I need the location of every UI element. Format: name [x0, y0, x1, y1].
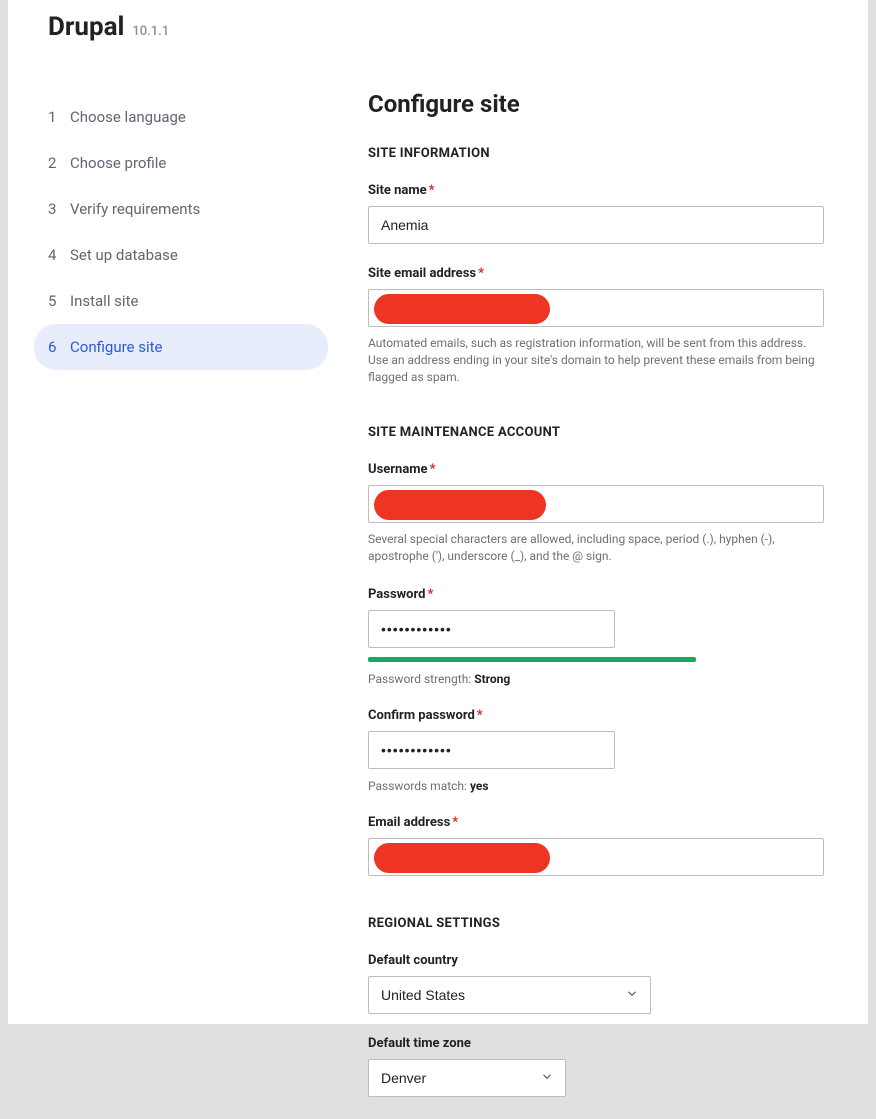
redacted-value — [374, 294, 550, 324]
required-mark: * — [430, 462, 436, 477]
field-site-name: Site name* — [368, 183, 824, 244]
version-label: 10.1.1 — [132, 24, 169, 39]
section-site-information: SITE INFORMATION — [368, 146, 824, 161]
password-match-text: Passwords match: yes — [368, 779, 824, 793]
default-timezone-label: Default time zone — [368, 1036, 824, 1051]
default-timezone-select[interactable]: Denver — [368, 1059, 566, 1097]
username-help: Several special characters are allowed, … — [368, 531, 824, 565]
site-email-label: Site email address* — [368, 266, 824, 281]
step-number: 5 — [48, 292, 58, 310]
required-mark: * — [427, 587, 433, 602]
field-confirm-password: Confirm password* Passwords match: yes — [368, 708, 824, 793]
required-mark: * — [452, 815, 458, 830]
step-set-up-database[interactable]: 4 Set up database — [34, 232, 328, 278]
step-label: Verify requirements — [70, 200, 200, 218]
confirm-password-input[interactable] — [368, 731, 615, 769]
step-configure-site[interactable]: 6 Configure site — [34, 324, 328, 370]
main-content: Configure site SITE INFORMATION Site nam… — [368, 90, 828, 1119]
site-name-label: Site name* — [368, 183, 824, 198]
email-address-label: Email address* — [368, 815, 824, 830]
confirm-password-label: Confirm password* — [368, 708, 824, 723]
username-label: Username* — [368, 462, 824, 477]
brand-name: Drupal — [48, 12, 124, 42]
section-maintenance-account: SITE MAINTENANCE ACCOUNT — [368, 425, 824, 440]
header: Drupal 10.1.1 — [48, 12, 828, 42]
page-title: Configure site — [368, 90, 824, 118]
field-default-country: Default country United States — [368, 953, 824, 1014]
field-password: Password* Password strength: Strong — [368, 587, 824, 686]
field-email-address: Email address* — [368, 815, 824, 876]
step-choose-language[interactable]: 1 Choose language — [34, 94, 328, 140]
default-country-label: Default country — [368, 953, 824, 968]
redacted-value — [374, 490, 546, 520]
step-install-site[interactable]: 5 Install site — [34, 278, 328, 324]
step-number: 6 — [48, 338, 58, 356]
field-default-timezone: Default time zone Denver — [368, 1036, 824, 1097]
step-number: 1 — [48, 108, 58, 126]
step-label: Install site — [70, 292, 138, 310]
step-number: 2 — [48, 154, 58, 172]
step-label: Choose language — [70, 108, 186, 126]
required-mark: * — [429, 183, 435, 198]
step-label: Choose profile — [70, 154, 166, 172]
step-sidebar: 1 Choose language 2 Choose profile 3 Ver… — [48, 90, 328, 1119]
field-username: Username* Several special characters are… — [368, 462, 824, 565]
required-mark: * — [477, 708, 483, 723]
site-name-input[interactable] — [368, 206, 824, 244]
redacted-value — [374, 843, 550, 873]
section-regional-settings: REGIONAL SETTINGS — [368, 916, 824, 931]
step-label: Configure site — [70, 338, 162, 356]
site-email-help: Automated emails, such as registration i… — [368, 335, 824, 385]
default-country-select[interactable]: United States — [368, 976, 651, 1014]
step-choose-profile[interactable]: 2 Choose profile — [34, 140, 328, 186]
required-mark: * — [478, 266, 484, 281]
field-site-email: Site email address* Automated emails, su… — [368, 266, 824, 385]
step-number: 3 — [48, 200, 58, 218]
step-label: Set up database — [70, 246, 178, 264]
step-verify-requirements[interactable]: 3 Verify requirements — [34, 186, 328, 232]
password-strength-bar — [368, 657, 696, 662]
step-number: 4 — [48, 246, 58, 264]
password-strength-text: Password strength: Strong — [368, 672, 824, 686]
password-label: Password* — [368, 587, 824, 602]
password-input[interactable] — [368, 610, 615, 648]
